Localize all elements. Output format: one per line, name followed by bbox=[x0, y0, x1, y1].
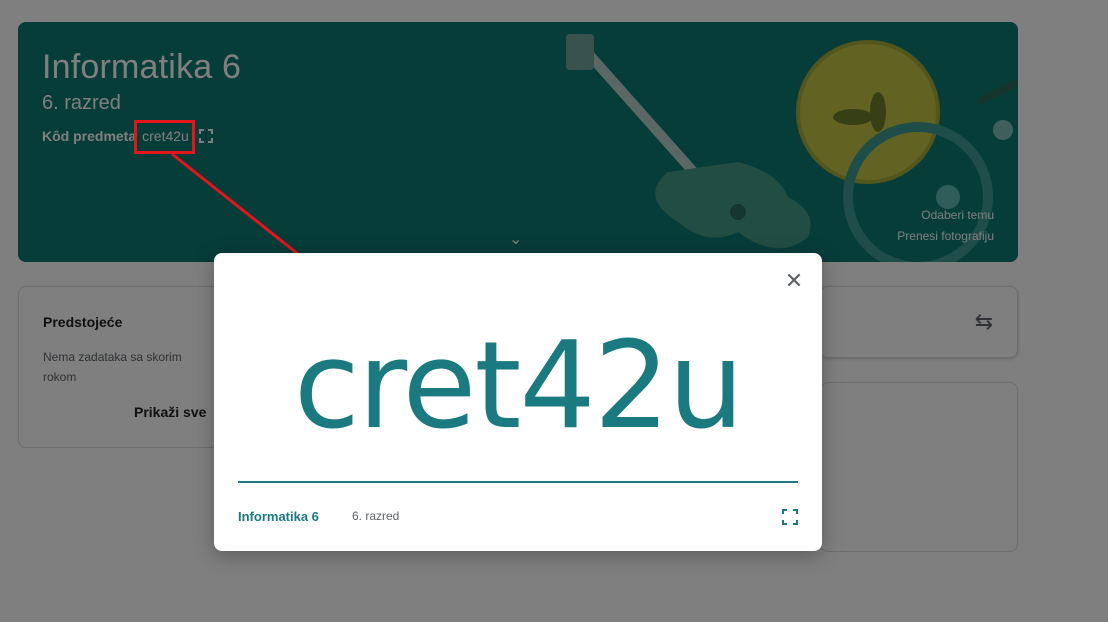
annotation-highlight-box bbox=[134, 120, 195, 154]
close-icon[interactable]: ✕ bbox=[782, 269, 806, 293]
dialog-class-code: cret42u bbox=[293, 317, 744, 456]
dialog-class-name: Informatika 6 bbox=[238, 509, 319, 524]
class-code-dialog: ✕ cret42u Informatika 6 6. razred bbox=[214, 253, 822, 551]
dialog-divider bbox=[238, 481, 798, 483]
dialog-class-section: 6. razred bbox=[352, 509, 400, 523]
fullscreen-icon[interactable] bbox=[782, 509, 798, 525]
